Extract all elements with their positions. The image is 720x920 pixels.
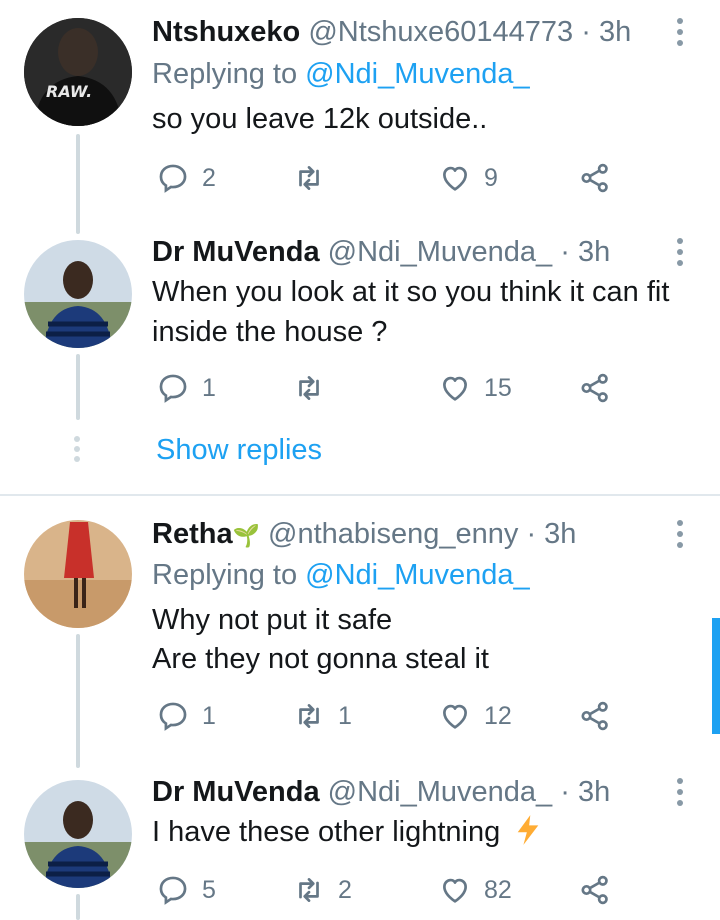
replying-to: Replying to @Ndi_Muvenda_ xyxy=(152,557,530,593)
reply-icon xyxy=(159,702,187,731)
like-icon xyxy=(443,376,467,401)
reply-button[interactable]: 1 xyxy=(156,696,216,736)
reply-icon xyxy=(159,876,187,905)
retweet-button[interactable] xyxy=(292,368,338,408)
like-icon xyxy=(443,704,467,729)
share-icon xyxy=(581,163,608,193)
tweet[interactable]: RAW. Ntshuxeko @Ntshuxe60144773 · 3h Rep… xyxy=(0,0,720,230)
show-replies-link[interactable]: Show replies xyxy=(156,434,322,467)
like-button[interactable]: 82 xyxy=(438,870,512,910)
avatar-shirt-text: RAW. xyxy=(46,82,93,101)
scrollbar[interactable] xyxy=(712,618,720,734)
retweet-count: 2 xyxy=(338,875,352,904)
reply-count: 5 xyxy=(202,875,216,904)
retweet-icon xyxy=(299,376,319,400)
like-count: 12 xyxy=(484,701,512,730)
reply-button[interactable]: 1 xyxy=(156,368,216,408)
more-icon[interactable] xyxy=(674,774,686,810)
tweet-actions: 2 9 xyxy=(152,158,622,198)
tweet-header: Retha🌱 @nthabiseng_enny · 3h xyxy=(152,516,660,554)
tweet-actions: 5 2 82 xyxy=(152,870,622,910)
like-count: 9 xyxy=(484,163,498,192)
more-icon[interactable] xyxy=(674,234,686,270)
plant-emoji-icon: 🌱 xyxy=(232,523,260,548)
avatar[interactable] xyxy=(24,240,132,348)
retweet-icon xyxy=(299,878,319,902)
retweet-icon xyxy=(299,704,319,728)
tweet-text: inside the house ? xyxy=(152,316,388,348)
reply-icon xyxy=(159,374,187,403)
tweet-text: so you leave 12k outside.. xyxy=(152,103,488,135)
like-count: 82 xyxy=(484,875,512,904)
lightning-icon xyxy=(518,815,539,845)
tweet[interactable]: Dr MuVenda @Ndi_Muvenda_ · 3h I have the… xyxy=(0,760,720,920)
reply-button[interactable]: 5 xyxy=(156,870,216,910)
mention-link[interactable]: @Ndi_Muvenda_ xyxy=(305,58,530,90)
tweet-text: When you look at it so you think it can … xyxy=(152,276,670,308)
avatar[interactable] xyxy=(24,520,132,628)
tweet-actions: 1 1 12 xyxy=(152,696,622,736)
share-icon xyxy=(581,373,608,403)
tweet[interactable]: Dr MuVenda @Ndi_Muvenda_ · 3h When you l… xyxy=(0,230,720,494)
tweet-actions: 1 15 xyxy=(152,368,622,408)
reply-button[interactable]: 2 xyxy=(156,158,216,198)
like-button[interactable]: 9 xyxy=(438,158,498,198)
display-name[interactable]: Dr MuVenda xyxy=(152,776,320,808)
retweet-button[interactable]: 2 xyxy=(292,870,352,910)
retweet-icon xyxy=(299,166,319,190)
share-icon xyxy=(581,875,608,905)
replying-to-prefix: Replying to xyxy=(152,559,298,591)
timestamp[interactable]: · 3h xyxy=(560,236,610,268)
replying-to-prefix: Replying to xyxy=(152,58,298,90)
reply-count: 1 xyxy=(202,373,216,402)
share-button[interactable] xyxy=(578,368,612,408)
reply-icon xyxy=(159,164,187,193)
tweet-header: Dr MuVenda @Ndi_Muvenda_ · 3h xyxy=(152,234,660,270)
more-icon[interactable] xyxy=(674,516,686,552)
tweet[interactable]: Retha🌱 @nthabiseng_enny · 3h Replying to… xyxy=(0,498,720,760)
user-handle[interactable]: @nthabiseng_enny xyxy=(268,518,518,550)
like-count: 15 xyxy=(484,373,512,402)
retweet-button[interactable]: 1 xyxy=(292,696,352,736)
timestamp[interactable]: · 3h xyxy=(560,776,610,808)
more-icon[interactable] xyxy=(674,14,686,50)
divider xyxy=(0,494,720,496)
user-handle[interactable]: @Ndi_Muvenda_ xyxy=(328,236,553,268)
share-button[interactable] xyxy=(578,158,612,198)
like-button[interactable]: 12 xyxy=(438,696,512,736)
share-button[interactable] xyxy=(578,696,612,736)
reply-count: 2 xyxy=(202,163,216,192)
retweet-button[interactable] xyxy=(292,158,338,198)
timestamp[interactable]: · 3h xyxy=(526,518,576,550)
like-icon xyxy=(443,166,467,191)
tweet-text-content: I have these other lightning xyxy=(152,816,501,848)
display-name[interactable]: Retha xyxy=(152,518,233,550)
replying-to: Replying to @Ndi_Muvenda_ xyxy=(152,56,530,92)
avatar[interactable] xyxy=(24,780,132,888)
tweet-header: Ntshuxeko @Ntshuxe60144773 · 3h xyxy=(152,14,660,50)
display-name[interactable]: Dr MuVenda xyxy=(152,236,320,268)
share-icon xyxy=(581,701,608,731)
share-button[interactable] xyxy=(578,870,612,910)
like-button[interactable]: 15 xyxy=(438,368,512,408)
like-icon xyxy=(443,878,467,903)
avatar[interactable]: RAW. xyxy=(24,18,132,126)
tweet-text: Are they not gonna steal it xyxy=(152,643,489,675)
retweet-count: 1 xyxy=(338,701,352,730)
tweet-text: Why not put it safe xyxy=(152,604,393,636)
tweet-header: Dr MuVenda @Ndi_Muvenda_ · 3h xyxy=(152,774,660,810)
mention-link[interactable]: @Ndi_Muvenda_ xyxy=(305,559,530,591)
user-handle[interactable]: @Ntshuxe60144773 xyxy=(308,16,573,48)
timestamp[interactable]: · 3h xyxy=(581,16,631,48)
display-name[interactable]: Ntshuxeko xyxy=(152,16,300,48)
user-handle[interactable]: @Ndi_Muvenda_ xyxy=(328,776,553,808)
tweet-text: I have these other lightning xyxy=(152,814,542,850)
reply-count: 1 xyxy=(202,701,216,730)
